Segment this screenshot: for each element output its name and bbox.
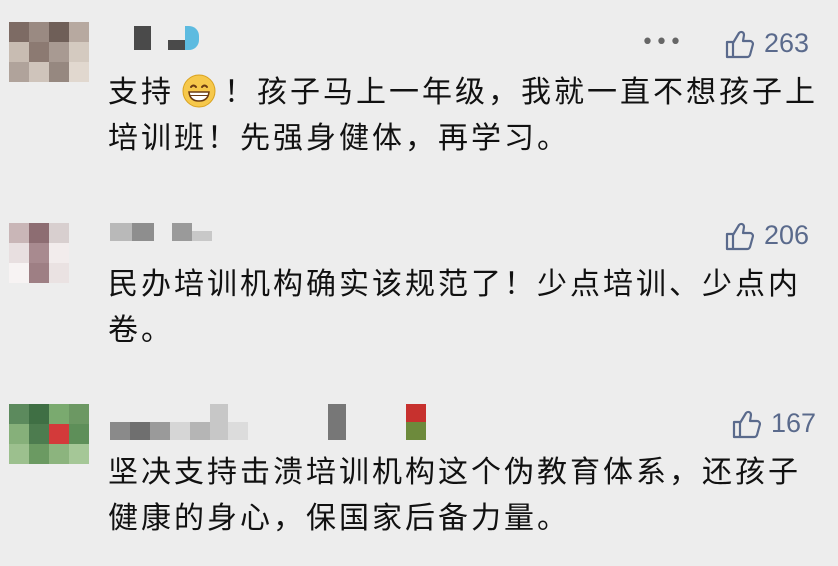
avatar[interactable] bbox=[9, 404, 89, 464]
comment-text: 坚决支持击溃培训机构这个伪教育体系，还孩子健康的身心，保国家后备力量。 bbox=[108, 455, 801, 536]
thumbs-up-icon bbox=[732, 410, 761, 438]
username-blurred[interactable] bbox=[110, 404, 426, 440]
thumbs-up-icon bbox=[725, 222, 754, 250]
avatar[interactable] bbox=[9, 22, 89, 82]
like-button[interactable]: 206 bbox=[724, 220, 809, 251]
comment-text: 民办培训机构确实该规范了！少点培训、少点内卷。 bbox=[108, 267, 801, 348]
comment-item: 206 民办培训机构确实该规范了！少点培训、少点内卷。 bbox=[0, 190, 838, 380]
comment-text: 支持 ！孩子马上一年级，我就一直不想孩子上培训班！先强身健体，再学习。 bbox=[108, 74, 818, 156]
like-count: 263 bbox=[764, 28, 810, 58]
thumbs-up-icon bbox=[725, 30, 754, 58]
comment-item: 167 坚决支持击溃培训机构这个伪教育体系，还孩子健康的身心，保国家后备力量。 bbox=[0, 380, 838, 566]
username-blurred[interactable] bbox=[110, 223, 212, 241]
grinning-face-icon bbox=[182, 74, 216, 108]
like-count: 206 bbox=[764, 220, 810, 250]
comment-list: ••• 263 支持 ！孩子马上一年级，我就一直不想孩子上培训班！先强身健体，再… bbox=[0, 0, 838, 566]
more-dots-icon[interactable]: ••• bbox=[641, 32, 683, 54]
username-blurred[interactable] bbox=[134, 26, 199, 50]
avatar[interactable] bbox=[9, 223, 89, 283]
comment-item: ••• 263 支持 ！孩子马上一年级，我就一直不想孩子上培训班！先强身健体，再… bbox=[0, 0, 838, 190]
like-button[interactable]: 167 bbox=[731, 408, 816, 439]
like-count: 167 bbox=[771, 408, 817, 438]
like-button[interactable]: 263 bbox=[724, 28, 809, 59]
